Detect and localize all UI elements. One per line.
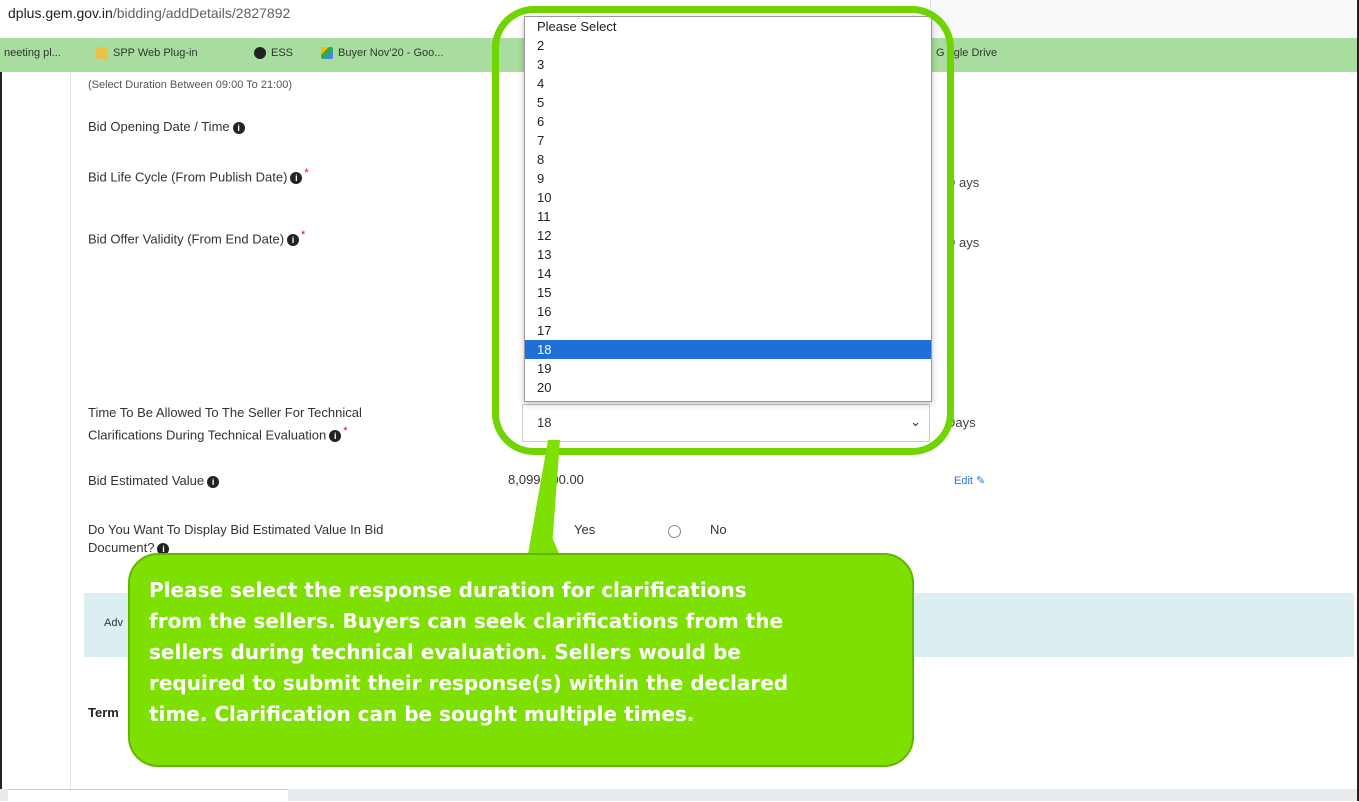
callout-text: Please select the response duration for … [149, 578, 789, 726]
instruction-callout: Please select the response duration for … [128, 553, 914, 767]
